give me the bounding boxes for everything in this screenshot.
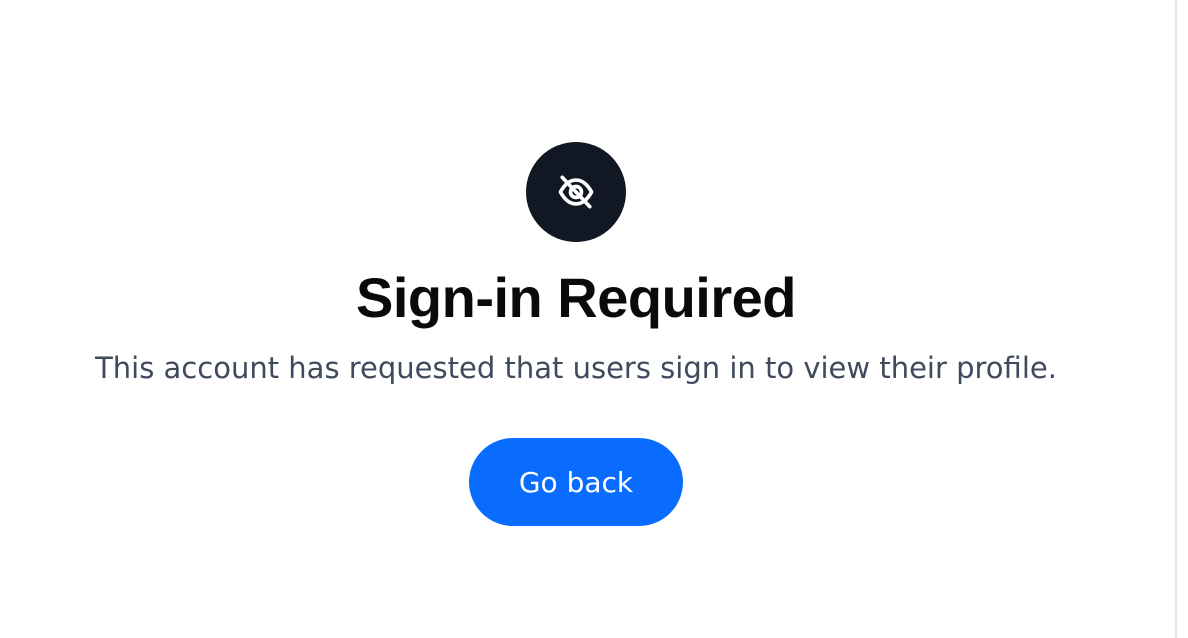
notice-panel: Sign-in Required This account has reques…	[0, 142, 1152, 526]
sign-in-required-page: Sign-in Required This account has reques…	[0, 0, 1188, 638]
eye-slash-icon	[558, 175, 594, 209]
eye-slash-icon-badge	[526, 142, 626, 242]
page-title: Sign-in Required	[356, 266, 797, 329]
right-edge-divider	[1175, 0, 1177, 638]
notice-message: This account has requested that users si…	[95, 351, 1057, 385]
go-back-button[interactable]: Go back	[469, 438, 683, 526]
